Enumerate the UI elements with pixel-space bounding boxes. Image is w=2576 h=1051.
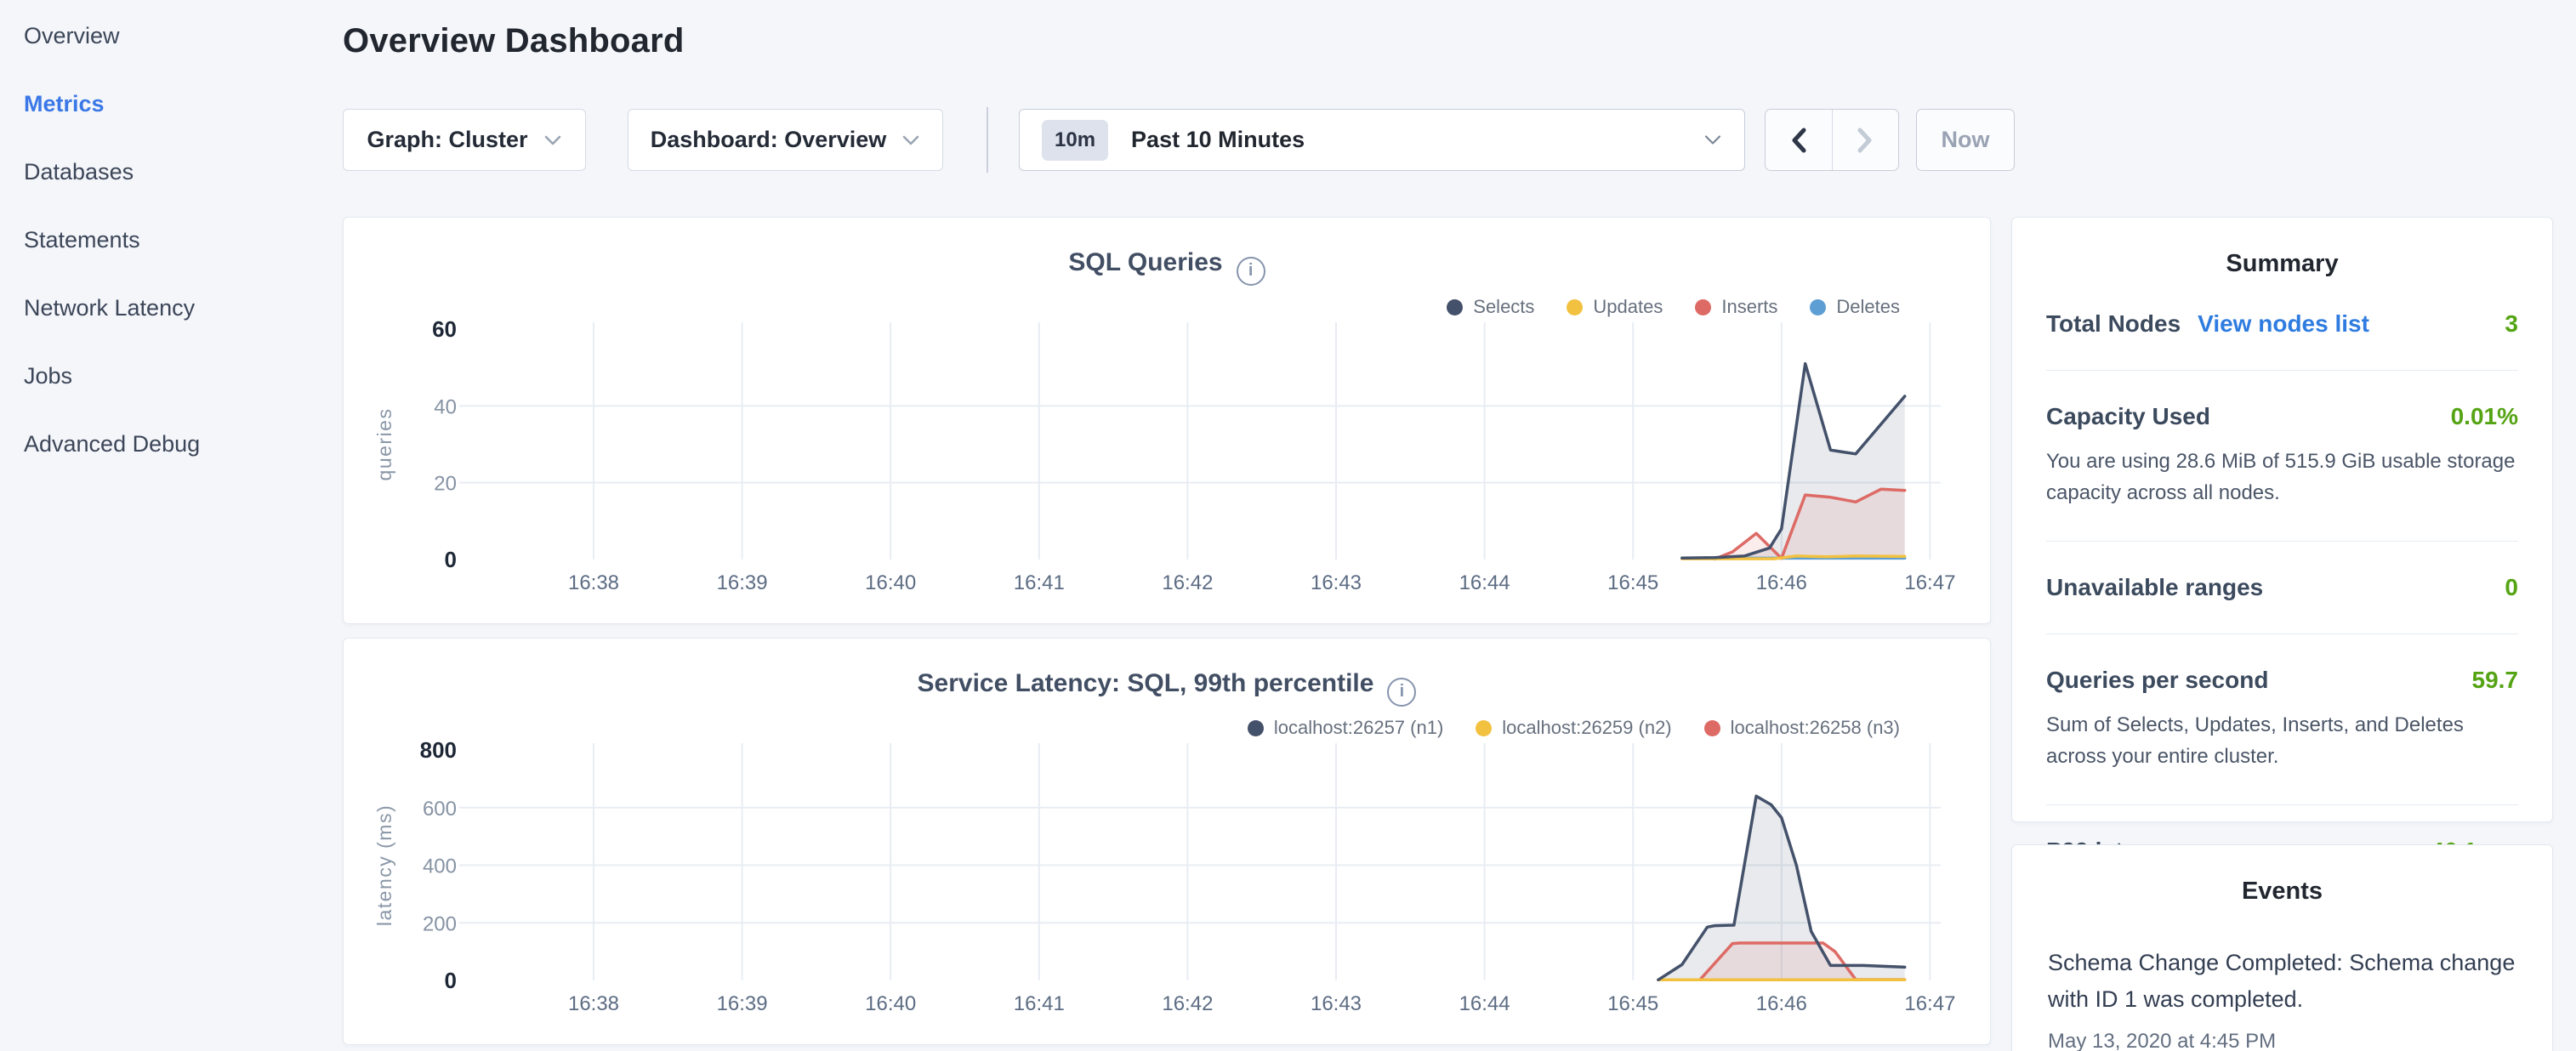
svg-text:16:44: 16:44 [1459, 992, 1510, 1015]
svg-text:16:45: 16:45 [1607, 571, 1658, 594]
summary-description: You are using 28.6 MiB of 515.9 GiB usab… [2046, 446, 2522, 508]
graph-dropdown[interactable]: Graph: Cluster [343, 109, 586, 171]
now-button[interactable]: Now [1916, 109, 2015, 171]
time-step-buttons [1765, 109, 1899, 171]
svg-text:16:42: 16:42 [1162, 571, 1213, 594]
summary-label: Capacity Used [2046, 403, 2210, 430]
summary-value: 0 [2505, 574, 2518, 601]
svg-text:16:46: 16:46 [1756, 571, 1807, 594]
time-range-badge: 10m [1042, 120, 1108, 161]
summary-label: Unavailable ranges [2046, 574, 2263, 601]
svg-text:16:43: 16:43 [1311, 571, 1362, 594]
sidebar: Overview Metrics Databases Statements Ne… [0, 0, 340, 1051]
svg-text:0: 0 [445, 968, 457, 993]
svg-text:16:46: 16:46 [1756, 992, 1807, 1015]
sidebar-item-network-latency[interactable]: Network Latency [0, 274, 340, 342]
svg-text:latency (ms): latency (ms) [373, 804, 395, 926]
svg-text:600: 600 [423, 798, 457, 821]
time-back-button[interactable] [1766, 110, 1832, 170]
svg-text:60: 60 [432, 316, 457, 342]
summary-row-capacity-used: Capacity Used 0.01% You are using 28.6 M… [2012, 371, 2552, 508]
svg-text:16:39: 16:39 [717, 571, 768, 594]
summary-panel: Summary Total Nodes View nodes list 3 Ca… [2011, 217, 2553, 822]
summary-value: 3 [2505, 310, 2518, 338]
summary-row-unavailable-ranges: Unavailable ranges 0 [2012, 542, 2552, 601]
svg-text:200: 200 [423, 912, 457, 935]
sidebar-item-statements[interactable]: Statements [0, 206, 340, 274]
sidebar-item-jobs[interactable]: Jobs [0, 342, 340, 410]
svg-text:16:40: 16:40 [865, 571, 916, 594]
sidebar-item-overview[interactable]: Overview [0, 2, 340, 70]
time-range-selector[interactable]: 10m Past 10 Minutes [1019, 109, 1745, 171]
toolbar-divider [987, 107, 988, 173]
sql-queries-chart-card: SQL Queriesi Selects Updates Inserts Del… [343, 217, 1991, 624]
svg-text:16:39: 16:39 [717, 992, 768, 1015]
svg-text:16:45: 16:45 [1607, 992, 1658, 1015]
svg-text:16:42: 16:42 [1162, 992, 1213, 1015]
page-title: Overview Dashboard [343, 22, 685, 60]
summary-row-total-nodes: Total Nodes View nodes list 3 [2012, 278, 2552, 338]
summary-description: Sum of Selects, Updates, Inserts, and De… [2046, 709, 2522, 772]
chevron-right-icon [1854, 127, 1876, 154]
svg-text:400: 400 [423, 855, 457, 878]
service-latency-chart-card: Service Latency: SQL, 99th percentilei l… [343, 638, 1991, 1045]
svg-text:16:44: 16:44 [1459, 571, 1510, 594]
time-range-label: Past 10 Minutes [1131, 127, 1305, 153]
chevron-down-icon [1703, 134, 1722, 146]
svg-text:16:41: 16:41 [1014, 992, 1065, 1015]
svg-text:16:47: 16:47 [1904, 992, 1955, 1015]
svg-text:16:38: 16:38 [568, 571, 619, 594]
graph-dropdown-label: Graph: Cluster [367, 127, 527, 153]
svg-text:16:40: 16:40 [865, 992, 916, 1015]
time-forward-button[interactable] [1832, 110, 1899, 170]
dashboard-dropdown[interactable]: Dashboard: Overview [628, 109, 943, 171]
summary-value: 59.7 [2472, 667, 2519, 694]
event-timestamp: May 13, 2020 at 4:45 PM [2048, 1030, 2516, 1051]
chevron-down-icon [543, 134, 562, 146]
sidebar-item-advanced-debug[interactable]: Advanced Debug [0, 410, 340, 478]
sql-queries-plot: 0 20 40 60 16:38 16:39 16:40 16:41 16:42 16:43 16:… [344, 218, 1992, 625]
summary-label: Total Nodes [2046, 310, 2181, 338]
sidebar-item-metrics[interactable]: Metrics [0, 70, 340, 138]
chevron-left-icon [1788, 127, 1810, 154]
svg-text:16:38: 16:38 [568, 992, 619, 1015]
svg-text:queries: queries [373, 408, 395, 481]
svg-text:800: 800 [420, 737, 457, 763]
dashboard-dropdown-label: Dashboard: Overview [651, 127, 887, 153]
events-panel: Events Schema Change Completed: Schema c… [2011, 844, 2553, 1051]
summary-value: 0.01% [2451, 403, 2518, 430]
event-item[interactable]: Schema Change Completed: Schema change w… [2012, 906, 2552, 1051]
svg-text:40: 40 [434, 395, 457, 418]
service-latency-plot: 0 200 400 600 800 16:38 16:39 16:40 16:41 16:42 16… [344, 639, 1992, 1046]
svg-text:20: 20 [434, 473, 457, 496]
event-text: Schema Change Completed: Schema change w… [2048, 945, 2524, 1018]
summary-row-queries-per-second: Queries per second 59.7 Sum of Selects, … [2012, 634, 2552, 772]
summary-title: Summary [2012, 250, 2552, 278]
summary-label: Queries per second [2046, 667, 2268, 694]
svg-text:16:43: 16:43 [1311, 992, 1362, 1015]
svg-text:16:41: 16:41 [1014, 571, 1065, 594]
view-nodes-list-link[interactable]: View nodes list [2198, 310, 2369, 338]
chevron-down-icon [901, 134, 920, 146]
svg-text:0: 0 [445, 547, 457, 572]
svg-text:16:47: 16:47 [1904, 571, 1955, 594]
events-title: Events [2012, 878, 2552, 906]
sidebar-item-databases[interactable]: Databases [0, 138, 340, 206]
